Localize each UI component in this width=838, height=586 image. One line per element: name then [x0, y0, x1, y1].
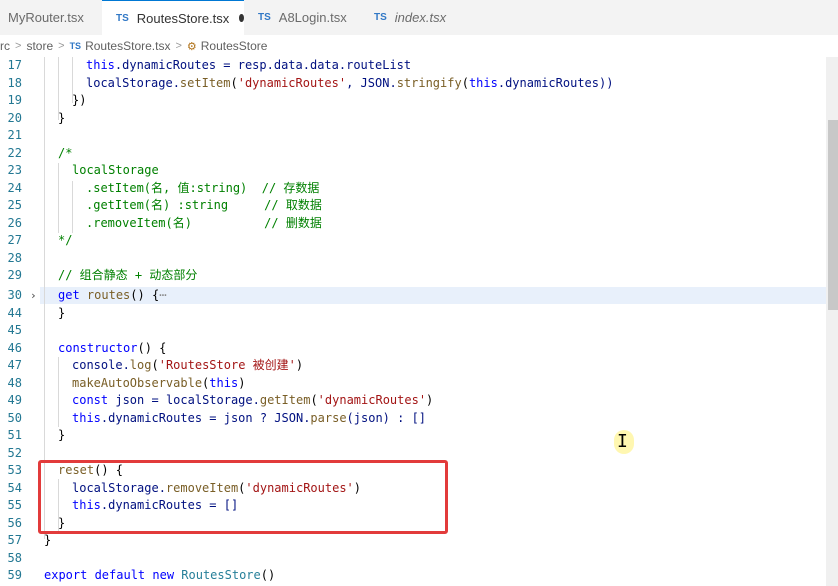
indent-guide: [58, 163, 59, 233]
code-comment: // 组合静态 + 动态部分: [58, 268, 198, 282]
code-line: this.dynamicRoutes = resp.data.data.rout…: [86, 58, 412, 72]
typescript-icon: TS: [69, 41, 82, 51]
line-number: 45: [7, 323, 22, 337]
code-line: }: [44, 533, 52, 547]
line-number: 55: [7, 498, 22, 512]
line-number: 20: [7, 110, 22, 125]
code-comment: */: [58, 233, 73, 247]
line-number: 47: [7, 358, 22, 372]
indent-guide: [58, 357, 59, 427]
line-number: 57: [7, 533, 22, 547]
code-comment: localStorage: [72, 163, 159, 177]
typescript-icon: TS: [374, 12, 387, 23]
editor-tab-bar: MyRouter.tsx TS RoutesStore.tsx TS A8Log…: [0, 0, 838, 36]
code-line: this.dynamicRoutes = json ? JSON.parse(j…: [72, 410, 427, 425]
tab-routesstore[interactable]: TS RoutesStore.tsx: [102, 0, 244, 35]
line-number: 28: [7, 250, 22, 265]
tab-label: MyRouter.tsx: [8, 10, 84, 25]
line-number: 46: [7, 340, 22, 355]
breadcrumb-folder[interactable]: rc: [0, 39, 10, 53]
tab-a8login[interactable]: TS A8Login.tsx: [244, 0, 360, 35]
chevron-right-icon[interactable]: ›: [30, 287, 37, 305]
line-number: 51: [7, 428, 22, 442]
line-number: 24: [7, 180, 22, 195]
line-number: 53: [7, 463, 22, 477]
code-line: localStorage.setItem('dynamicRoutes', JS…: [86, 75, 614, 90]
typescript-icon: TS: [116, 12, 129, 24]
line-number: 48: [7, 375, 22, 390]
line-number: 30: [7, 288, 22, 302]
code-line: const json = localStorage.getItem('dynam…: [72, 393, 434, 407]
code-line: constructor() {: [58, 340, 167, 355]
line-number: 26: [7, 215, 22, 230]
tab-label: index.tsx: [394, 10, 447, 25]
code-line: get routes() {⋯: [58, 288, 167, 302]
line-number: 58: [7, 550, 22, 565]
breadcrumb-folder[interactable]: store: [26, 39, 53, 53]
code-line: makeAutoObservable(this): [72, 375, 246, 390]
scrollbar-thumb[interactable]: [828, 120, 838, 310]
line-number: 18: [7, 75, 22, 90]
line-number: 17: [7, 58, 22, 72]
reset-method-highlight-box: [38, 460, 448, 534]
breadcrumb-file[interactable]: RoutesStore.tsx: [85, 39, 170, 53]
breadcrumb: rc > store > TS RoutesStore.tsx > ⚙ Rout…: [0, 35, 838, 57]
text-cursor-icon: I: [617, 431, 628, 452]
code-comment: /*: [58, 145, 73, 160]
line-number: 52: [7, 445, 22, 460]
code-line: }: [58, 110, 66, 125]
line-number: 56: [7, 515, 22, 530]
line-number: 54: [7, 480, 22, 495]
line-number: 49: [7, 393, 22, 407]
breadcrumb-symbol[interactable]: RoutesStore: [201, 39, 268, 53]
line-number: 59: [7, 568, 22, 582]
line-number: 29: [7, 268, 22, 282]
class-symbol-icon: ⚙: [186, 40, 197, 53]
chevron-right-icon: >: [58, 40, 65, 52]
tab-index[interactable]: TS index.tsx: [360, 0, 460, 35]
code-line: }: [58, 428, 66, 442]
line-number: 22: [7, 145, 22, 160]
code-line: console.log('RoutesStore 被创建'): [72, 358, 304, 372]
line-number: 19: [7, 93, 22, 107]
line-number: 25: [7, 198, 22, 212]
code-comment: .getItem(名) :string // 取数据: [86, 198, 322, 212]
code-line: export default new RoutesStore(): [44, 568, 276, 582]
code-comment: .removeItem(名) // 删数据: [86, 215, 322, 230]
line-number: 50: [7, 410, 22, 425]
line-number: 44: [7, 305, 22, 320]
line-number: 21: [7, 128, 22, 142]
line-number: 27: [7, 233, 22, 247]
line-number: 23: [7, 163, 22, 177]
code-comment: .setItem(名, 值:string) // 存数据: [86, 180, 320, 195]
tab-label: RoutesStore.tsx: [136, 10, 230, 26]
chevron-right-icon: >: [15, 40, 22, 52]
tab-myrouter[interactable]: MyRouter.tsx: [0, 0, 100, 35]
code-line: }): [72, 93, 87, 107]
typescript-icon: TS: [258, 12, 271, 23]
code-line: }: [58, 305, 66, 320]
indent-guide: [72, 181, 73, 233]
chevron-right-icon: >: [175, 40, 182, 52]
tab-label: A8Login.tsx: [278, 10, 347, 25]
